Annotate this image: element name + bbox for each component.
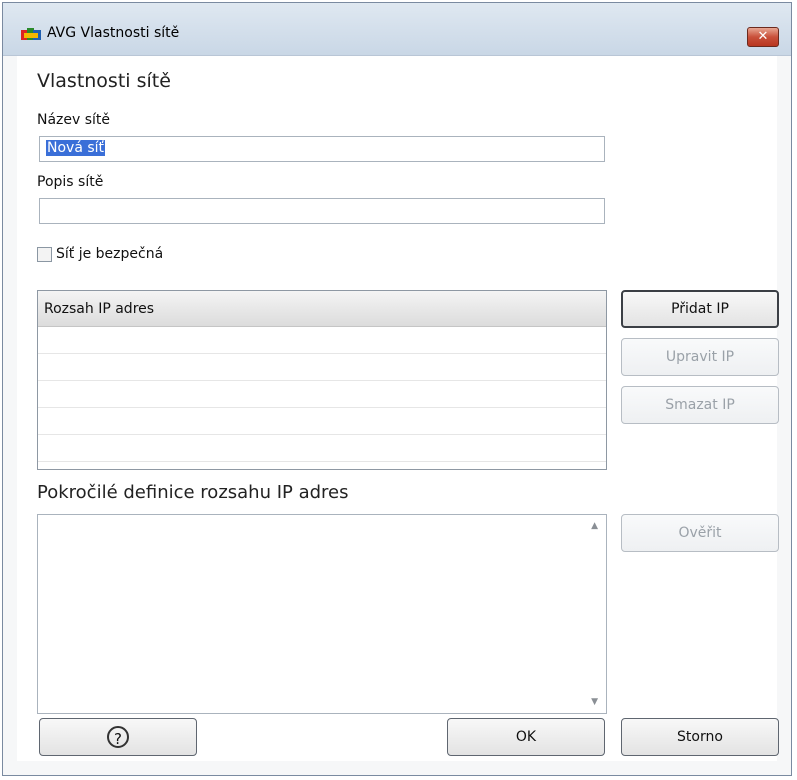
delete-ip-button[interactable]: Smazat IP (621, 386, 779, 424)
ip-range-column-label: Rozsah IP adres (44, 301, 155, 317)
dialog-window: AVG Vlastnosti sítě ✕ Vlastnosti sítě Ná… (2, 2, 792, 776)
scroll-down-icon[interactable]: ▼ (591, 697, 598, 707)
network-desc-field[interactable] (39, 198, 605, 224)
ip-range-list[interactable]: Rozsah IP adres (37, 290, 607, 470)
list-item (38, 381, 606, 408)
secure-network-checkbox[interactable] (37, 246, 52, 262)
verify-button[interactable]: Ověřit (621, 514, 779, 552)
list-item (38, 327, 606, 354)
window-title: AVG Vlastnosti sítě (47, 25, 180, 41)
ok-button[interactable]: OK (447, 718, 605, 756)
secure-network-row[interactable]: Síť je bezpečná (37, 246, 163, 262)
list-item (38, 354, 606, 381)
list-item (38, 435, 606, 462)
add-ip-button[interactable]: Přidat IP (621, 290, 779, 328)
close-button[interactable]: ✕ (747, 27, 779, 47)
dialog-content: Vlastnosti sítě Název sítě Nová síť Popi… (17, 56, 779, 761)
edit-ip-button[interactable]: Upravit IP (621, 338, 779, 376)
advanced-ip-textarea[interactable]: ▲ ▼ (37, 514, 607, 714)
scroll-up-icon[interactable]: ▲ (591, 521, 598, 531)
advanced-section-title: Pokročilé definice rozsahu IP adres (37, 482, 349, 503)
page-title: Vlastnosti sítě (37, 70, 171, 92)
network-name-label: Název sítě (37, 112, 111, 128)
network-name-field[interactable]: Nová síť (39, 136, 605, 162)
help-button[interactable]: ? (39, 718, 197, 756)
network-name-value: Nová síť (46, 140, 106, 156)
close-icon: ✕ (757, 29, 769, 44)
help-icon: ? (107, 726, 129, 748)
avg-logo-icon (21, 28, 41, 40)
cancel-button[interactable]: Storno (621, 718, 779, 756)
list-item (38, 408, 606, 435)
secure-network-label: Síť je bezpečná (56, 246, 164, 262)
ip-range-column-header[interactable]: Rozsah IP adres (38, 291, 606, 327)
title-bar[interactable]: AVG Vlastnosti sítě ✕ (3, 3, 791, 56)
network-desc-label: Popis sítě (37, 174, 104, 190)
